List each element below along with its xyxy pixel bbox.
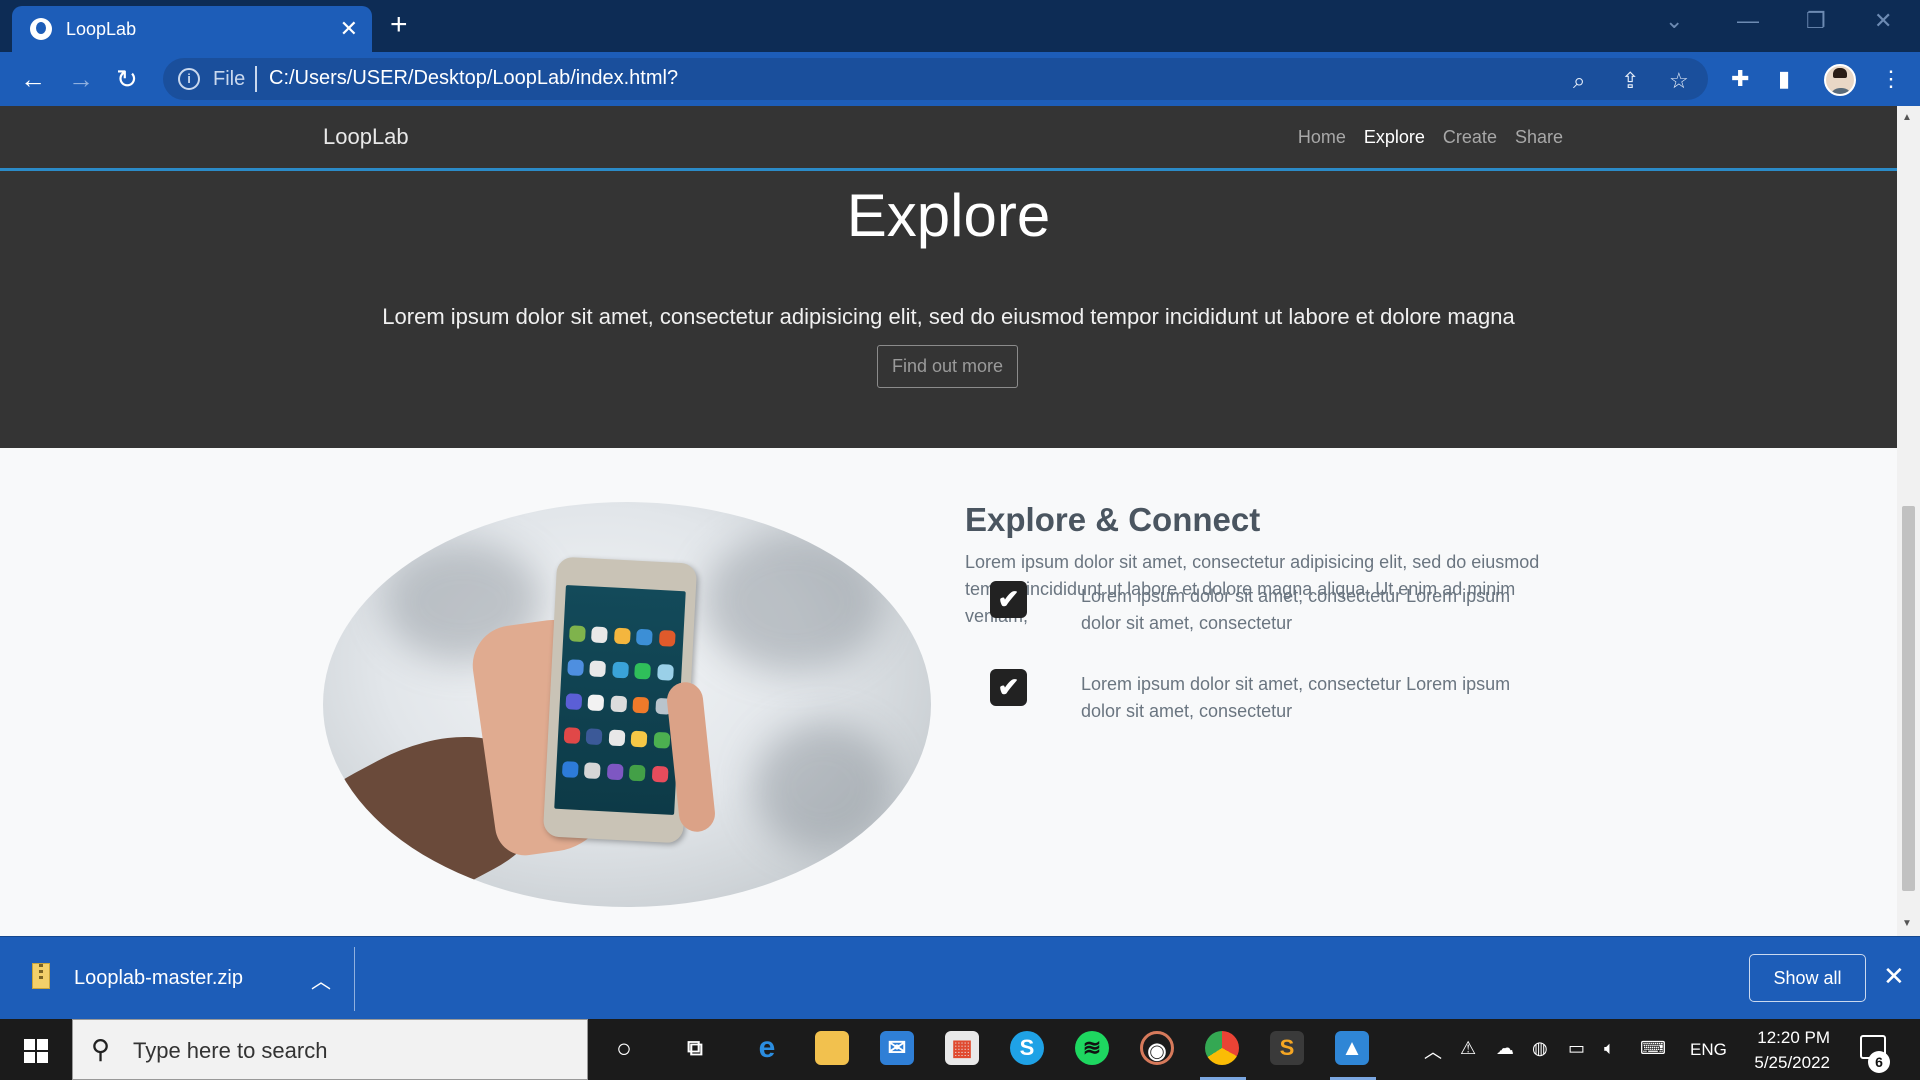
scroll-down-arrow-icon[interactable]: ▼: [1902, 918, 1912, 929]
forward-icon[interactable]: →: [68, 64, 94, 94]
file-explorer-icon[interactable]: [815, 1031, 849, 1065]
nav-link-create[interactable]: Create: [1443, 127, 1497, 148]
browser-titlebar: LoopLab ✕ + ⌄ — ❐ ✕: [0, 0, 1920, 52]
share-icon[interactable]: ⇪: [1621, 68, 1639, 94]
minimize-button[interactable]: —: [1737, 8, 1759, 34]
sublime-text-icon[interactable]: S: [1270, 1031, 1304, 1065]
checkbox-checked-icon: ✔: [990, 581, 1027, 618]
info-icon[interactable]: i: [178, 68, 200, 90]
feature-check-text: Lorem ipsum dolor sit amet, consectetur …: [1081, 586, 1511, 633]
back-icon[interactable]: ←: [20, 64, 46, 94]
tab-search-icon[interactable]: ⌄: [1665, 8, 1683, 34]
new-tab-button[interactable]: +: [390, 10, 408, 40]
hero-subtitle: Lorem ipsum dolor sit amet, consectetur …: [382, 304, 1515, 329]
warning-icon[interactable]: ⚠: [1460, 1038, 1476, 1059]
search-placeholder: Type here to search: [133, 1038, 328, 1063]
site-navbar: LoopLab Home Explore Create Share: [0, 106, 1897, 171]
zoom-icon[interactable]: ⌕: [1573, 68, 1585, 94]
photos-icon[interactable]: ▲: [1335, 1031, 1369, 1065]
clock-time: 12:20 PM: [1757, 1028, 1830, 1047]
feature-check-text: Lorem ipsum dolor sit amet, consectetur …: [1081, 674, 1511, 721]
chevron-up-icon[interactable]: ︿: [311, 965, 331, 994]
search-icon: ⚲: [91, 1034, 111, 1064]
page-scrollbar[interactable]: ▲ ▼: [1897, 106, 1920, 936]
cortana-icon[interactable]: ○: [607, 1031, 641, 1065]
nav-link-explore[interactable]: Explore: [1364, 127, 1425, 148]
feature-title: Explore & Connect: [965, 501, 1261, 538]
hero-title: Explore: [846, 182, 1051, 249]
notification-count-badge: 6: [1868, 1051, 1890, 1073]
browser-tab[interactable]: LoopLab ✕: [12, 6, 372, 52]
show-all-button[interactable]: Show all: [1749, 954, 1866, 1002]
scrollbar-thumb[interactable]: [1902, 506, 1915, 891]
clock-date: 5/25/2022: [1754, 1053, 1830, 1072]
download-file-name[interactable]: Looplab-master.zip: [74, 967, 243, 990]
windows-start-icon[interactable]: [24, 1039, 48, 1063]
address-bar[interactable]: i File C:/Users/USER/Desktop/LoopLab/ind…: [163, 58, 1708, 100]
music-player-icon[interactable]: ◉: [1140, 1031, 1174, 1065]
download-bar: Looplab-master.zip ︿ Show all ✕: [0, 936, 1920, 1019]
bookmark-star-icon[interactable]: ☆: [1669, 68, 1689, 94]
task-view-icon[interactable]: ⧉: [678, 1031, 712, 1065]
checkbox-checked-icon: ✔: [990, 669, 1027, 706]
reload-icon[interactable]: ↻: [116, 64, 138, 94]
mail-icon[interactable]: ✉: [880, 1031, 914, 1065]
close-window-button[interactable]: ✕: [1874, 8, 1892, 34]
nav-link-share[interactable]: Share: [1515, 127, 1563, 148]
taskbar-search-box[interactable]: ⚲ Type here to search: [72, 1019, 588, 1080]
language-indicator[interactable]: ENG: [1690, 1040, 1727, 1060]
menu-kebab-icon[interactable]: ⋮: [1880, 66, 1902, 92]
tab-title: LoopLab: [66, 18, 137, 39]
edge-icon[interactable]: e: [750, 1031, 784, 1065]
site-brand[interactable]: LoopLab: [323, 124, 409, 150]
zip-file-icon: [32, 963, 50, 989]
page-viewport: LoopLab Home Explore Create Share Explor…: [0, 106, 1897, 936]
feature-section: Explore & Connect Lorem ipsum dolor sit …: [0, 448, 1897, 936]
side-panel-icon[interactable]: ▮: [1778, 66, 1790, 92]
browser-toolbar: ← → ↻ i File C:/Users/USER/Desktop/LoopL…: [0, 52, 1920, 106]
onedrive-icon[interactable]: ☁: [1496, 1038, 1514, 1059]
volume-icon[interactable]: 🔈︎: [1604, 1038, 1615, 1059]
close-download-bar-icon[interactable]: ✕: [1883, 961, 1905, 992]
taskbar-clock[interactable]: 12:20 PM 5/25/2022: [1734, 1025, 1830, 1075]
skype-icon[interactable]: S: [1010, 1031, 1044, 1065]
windows-taskbar: ⚲ Type here to search ○ ⧉ e ✉ ▦ S ≋ ◉ S …: [0, 1019, 1920, 1080]
scheme-label: File: [213, 68, 246, 90]
restore-button[interactable]: ❐: [1806, 8, 1826, 34]
battery-icon[interactable]: ▭: [1568, 1038, 1585, 1059]
scroll-up-arrow-icon[interactable]: ▲: [1902, 112, 1912, 123]
close-tab-icon[interactable]: ✕: [340, 18, 358, 40]
keyboard-icon[interactable]: ⌨: [1640, 1038, 1666, 1059]
url-text[interactable]: C:/Users/USER/Desktop/LoopLab/index.html…: [269, 67, 678, 90]
profile-avatar[interactable]: [1824, 64, 1856, 96]
chrome-icon[interactable]: [1205, 1031, 1239, 1065]
address-separator: [255, 66, 257, 92]
globe-icon: [30, 18, 52, 40]
spotify-icon[interactable]: ≋: [1075, 1031, 1109, 1065]
nav-link-home[interactable]: Home: [1298, 127, 1346, 148]
site-nav-links: Home Explore Create Share: [1298, 127, 1563, 148]
tray-expand-icon[interactable]: ︿: [1424, 1038, 1442, 1064]
microsoft-store-icon[interactable]: ▦: [945, 1031, 979, 1065]
phone-in-hand-image: [323, 502, 931, 907]
download-separator: [354, 947, 355, 1011]
network-globe-icon[interactable]: ◍: [1532, 1038, 1548, 1059]
hero-section: Explore Lorem ipsum dolor sit amet, cons…: [0, 171, 1897, 448]
extensions-icon[interactable]: ✚: [1731, 66, 1749, 92]
find-out-more-button[interactable]: Find out more: [877, 345, 1018, 388]
